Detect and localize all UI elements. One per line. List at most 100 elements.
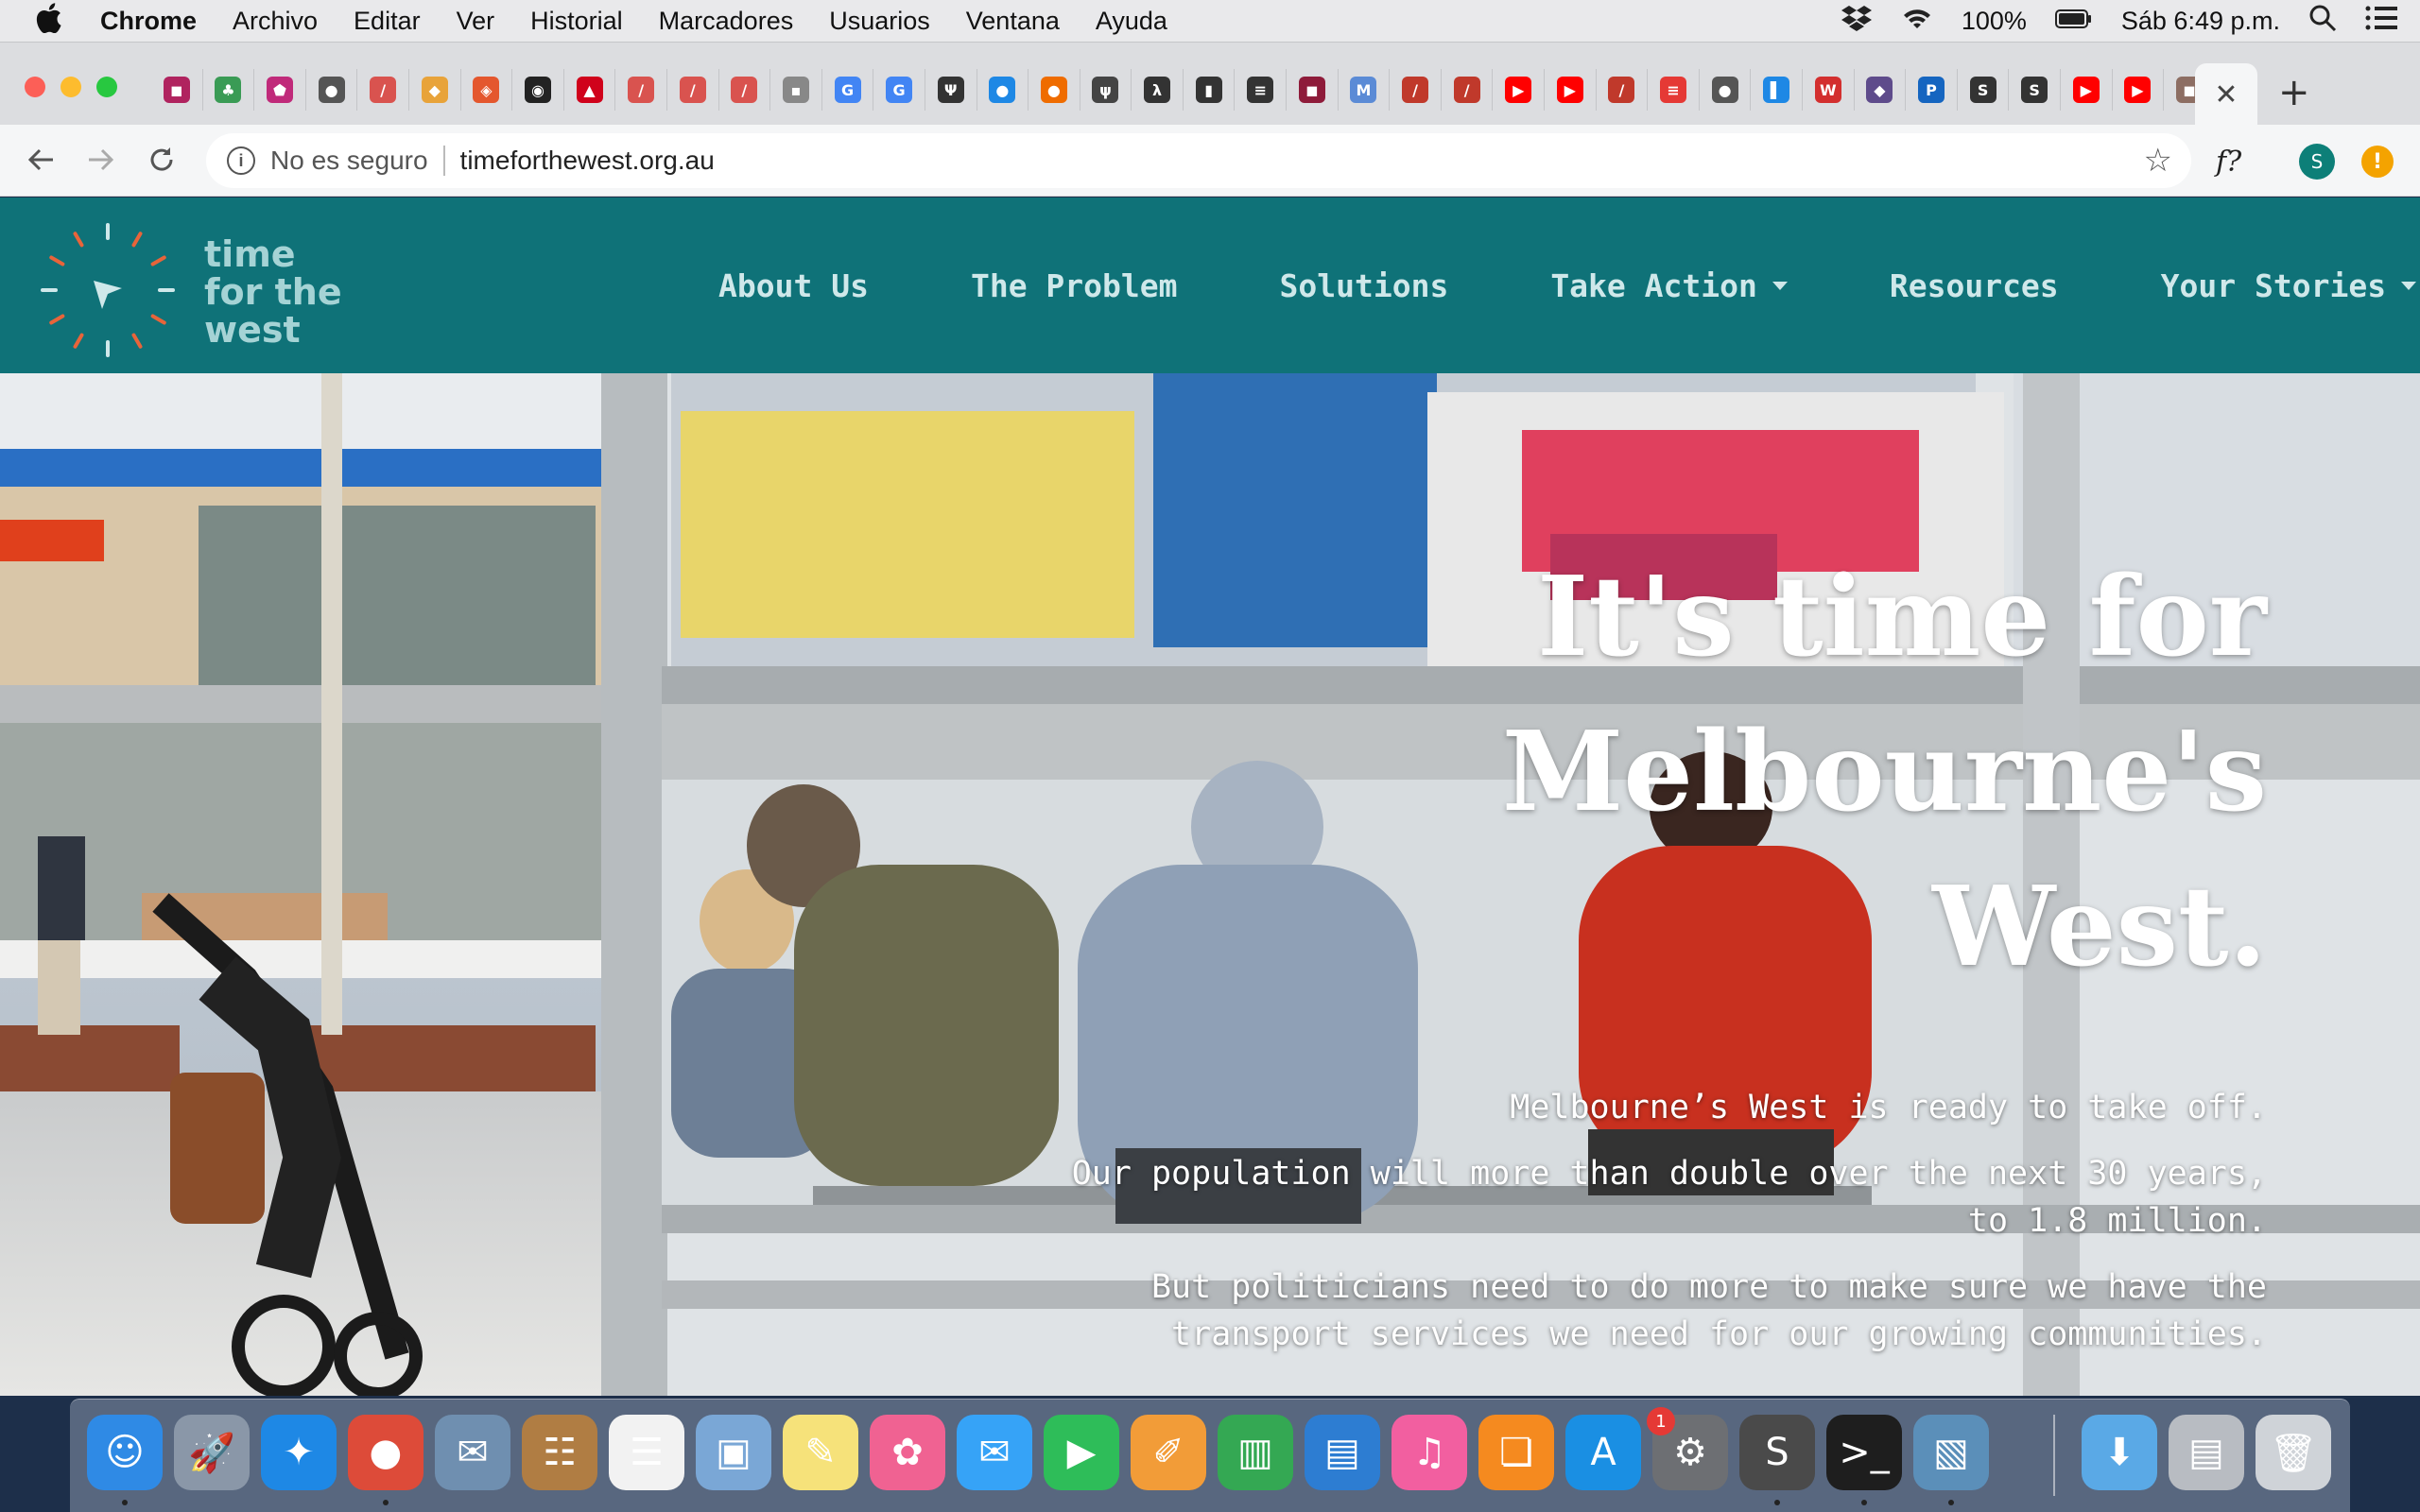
pinned-tab[interactable]: ≡ xyxy=(1648,69,1700,111)
update-alert-icon[interactable]: ! xyxy=(2361,146,2394,178)
pinned-tab[interactable]: / xyxy=(719,69,771,111)
pinned-tab[interactable]: ▶ xyxy=(1493,69,1546,111)
pinned-tab[interactable]: ▲ xyxy=(564,69,616,111)
launchpad-icon[interactable]: 🚀 xyxy=(174,1415,250,1490)
menu-marcadores[interactable]: Marcadores xyxy=(659,7,794,36)
menu-ver[interactable]: Ver xyxy=(457,7,495,36)
pinned-tab[interactable]: ● xyxy=(1028,69,1080,111)
ibooks-icon[interactable]: ❏ xyxy=(1478,1415,1554,1490)
pinned-tab[interactable]: ψ xyxy=(1080,69,1132,111)
pinned-tab[interactable]: Ψ xyxy=(925,69,977,111)
numbers-icon[interactable]: ▥ xyxy=(1218,1415,1293,1490)
appstore-icon[interactable]: A xyxy=(1565,1415,1641,1490)
pinned-tab[interactable]: / xyxy=(615,69,667,111)
dropbox-icon[interactable] xyxy=(1841,4,1873,39)
finder-icon[interactable]: ☺ xyxy=(87,1415,163,1490)
pinned-tab[interactable]: ▶ xyxy=(1545,69,1597,111)
pinned-tab[interactable]: ◆ xyxy=(1855,69,1907,111)
window-close-button[interactable] xyxy=(25,77,45,97)
menu-editar[interactable]: Editar xyxy=(354,7,421,36)
pinned-tab[interactable]: W xyxy=(1803,69,1855,111)
pinned-tab[interactable]: M xyxy=(1339,69,1391,111)
pinned-tab[interactable]: / xyxy=(1442,69,1494,111)
profile-avatar[interactable]: S xyxy=(2299,144,2335,180)
pinned-tab[interactable]: ▶ xyxy=(2061,69,2113,111)
downloads-icon[interactable]: ⬇ xyxy=(2082,1415,2157,1490)
safari-icon[interactable]: ✦ xyxy=(261,1415,337,1490)
pinned-tab[interactable]: / xyxy=(357,69,409,111)
pinned-tab[interactable]: ◼ xyxy=(1287,69,1339,111)
apple-menu-icon[interactable] xyxy=(36,2,74,40)
menu-ventana[interactable]: Ventana xyxy=(966,7,1060,36)
url-text[interactable]: timeforthewest.org.au xyxy=(460,146,715,176)
photos-icon[interactable]: ✿ xyxy=(870,1415,945,1490)
pinned-tab[interactable]: ⬟ xyxy=(254,69,306,111)
extension-button[interactable]: f? xyxy=(2216,146,2241,179)
pages-icon[interactable]: ✐ xyxy=(1131,1415,1206,1490)
menu-usuarios[interactable]: Usuarios xyxy=(829,7,930,36)
facetime-icon[interactable]: ▶ xyxy=(1044,1415,1119,1490)
contacts-icon[interactable]: ☷ xyxy=(522,1415,597,1490)
pinned-tab[interactable]: ◉ xyxy=(512,69,564,111)
wifi-icon[interactable] xyxy=(1901,6,1933,37)
sublime-icon[interactable]: S xyxy=(1739,1415,1815,1490)
document-stack-icon[interactable]: ▤ xyxy=(2169,1415,2244,1490)
nav-solutions[interactable]: Solutions xyxy=(1280,267,1449,304)
nav-take-action[interactable]: Take Action xyxy=(1550,267,1788,304)
pinned-tab[interactable]: ◈ xyxy=(461,69,513,111)
pinned-tab[interactable]: G xyxy=(822,69,874,111)
keynote-icon[interactable]: ▤ xyxy=(1305,1415,1380,1490)
terminal-icon[interactable]: >_ xyxy=(1826,1415,1902,1490)
pinned-tab[interactable]: ▮ xyxy=(1184,69,1236,111)
back-button[interactable] xyxy=(15,134,66,185)
trash-icon[interactable]: 🗑 xyxy=(2256,1415,2331,1490)
notification-center-icon[interactable] xyxy=(2365,5,2397,38)
nav-resources[interactable]: Resources xyxy=(1890,267,2059,304)
site-logo-text[interactable]: time for the west xyxy=(204,235,342,349)
pinned-tab[interactable]: / xyxy=(667,69,719,111)
pinned-tab[interactable]: ♣ xyxy=(203,69,255,111)
nav-the-problem[interactable]: The Problem xyxy=(971,267,1178,304)
notes-icon[interactable]: ✎ xyxy=(783,1415,858,1490)
pinned-tab[interactable]: ▌ xyxy=(1751,69,1803,111)
pinned-tab[interactable]: ● xyxy=(977,69,1029,111)
preview-icon[interactable]: ▣ xyxy=(696,1415,771,1490)
pinned-tab[interactable]: G xyxy=(873,69,925,111)
window-maximize-button[interactable] xyxy=(96,77,117,97)
close-tab-icon[interactable]: ✕ xyxy=(2214,78,2238,112)
pinned-tab[interactable]: ≡ xyxy=(1235,69,1288,111)
pinned-tab[interactable]: λ xyxy=(1132,69,1184,111)
menu-app-name[interactable]: Chrome xyxy=(100,7,197,36)
reminders-icon[interactable]: ☰ xyxy=(609,1415,684,1490)
site-info-icon[interactable]: i xyxy=(227,146,255,175)
forward-button[interactable] xyxy=(76,134,127,185)
pinned-tab[interactable]: ● xyxy=(306,69,358,111)
menu-historial[interactable]: Historial xyxy=(530,7,623,36)
site-logo-icon[interactable] xyxy=(32,215,183,366)
reload-button[interactable] xyxy=(136,134,187,185)
bookmark-star-icon[interactable]: ☆ xyxy=(2144,142,2172,180)
pinned-tab[interactable]: ● xyxy=(1700,69,1752,111)
address-bar[interactable]: i No es seguro timeforthewest.org.au ☆ xyxy=(206,133,2191,188)
mail-icon[interactable]: ✉ xyxy=(435,1415,510,1490)
battery-icon[interactable] xyxy=(2054,7,2093,36)
pinned-tab[interactable]: S xyxy=(2009,69,2061,111)
messages-icon[interactable]: ✉ xyxy=(957,1415,1032,1490)
pinned-tab[interactable]: P xyxy=(1906,69,1958,111)
pinned-tab[interactable]: / xyxy=(1390,69,1442,111)
pinned-tab[interactable]: ◼ xyxy=(151,69,203,111)
clock[interactable]: Sáb 6:49 p.m. xyxy=(2121,7,2280,36)
nav-your-stories[interactable]: Your Stories xyxy=(2161,267,2417,304)
itunes-icon[interactable]: ♫ xyxy=(1392,1415,1467,1490)
nav-about-us[interactable]: About Us xyxy=(718,267,869,304)
new-tab-button[interactable]: + xyxy=(2278,71,2310,114)
menu-ayuda[interactable]: Ayuda xyxy=(1096,7,1167,36)
preview-photos-icon[interactable]: ▧ xyxy=(1913,1415,1989,1490)
spotlight-search-icon[interactable] xyxy=(2308,4,2337,39)
pinned-tab[interactable]: ▶ xyxy=(2113,69,2165,111)
pinned-tab[interactable]: ▪ xyxy=(770,69,822,111)
menu-archivo[interactable]: Archivo xyxy=(233,7,318,36)
pinned-tab[interactable]: S xyxy=(1958,69,2010,111)
pinned-tab[interactable]: ◆ xyxy=(409,69,461,111)
chrome-icon[interactable]: ● xyxy=(348,1415,424,1490)
